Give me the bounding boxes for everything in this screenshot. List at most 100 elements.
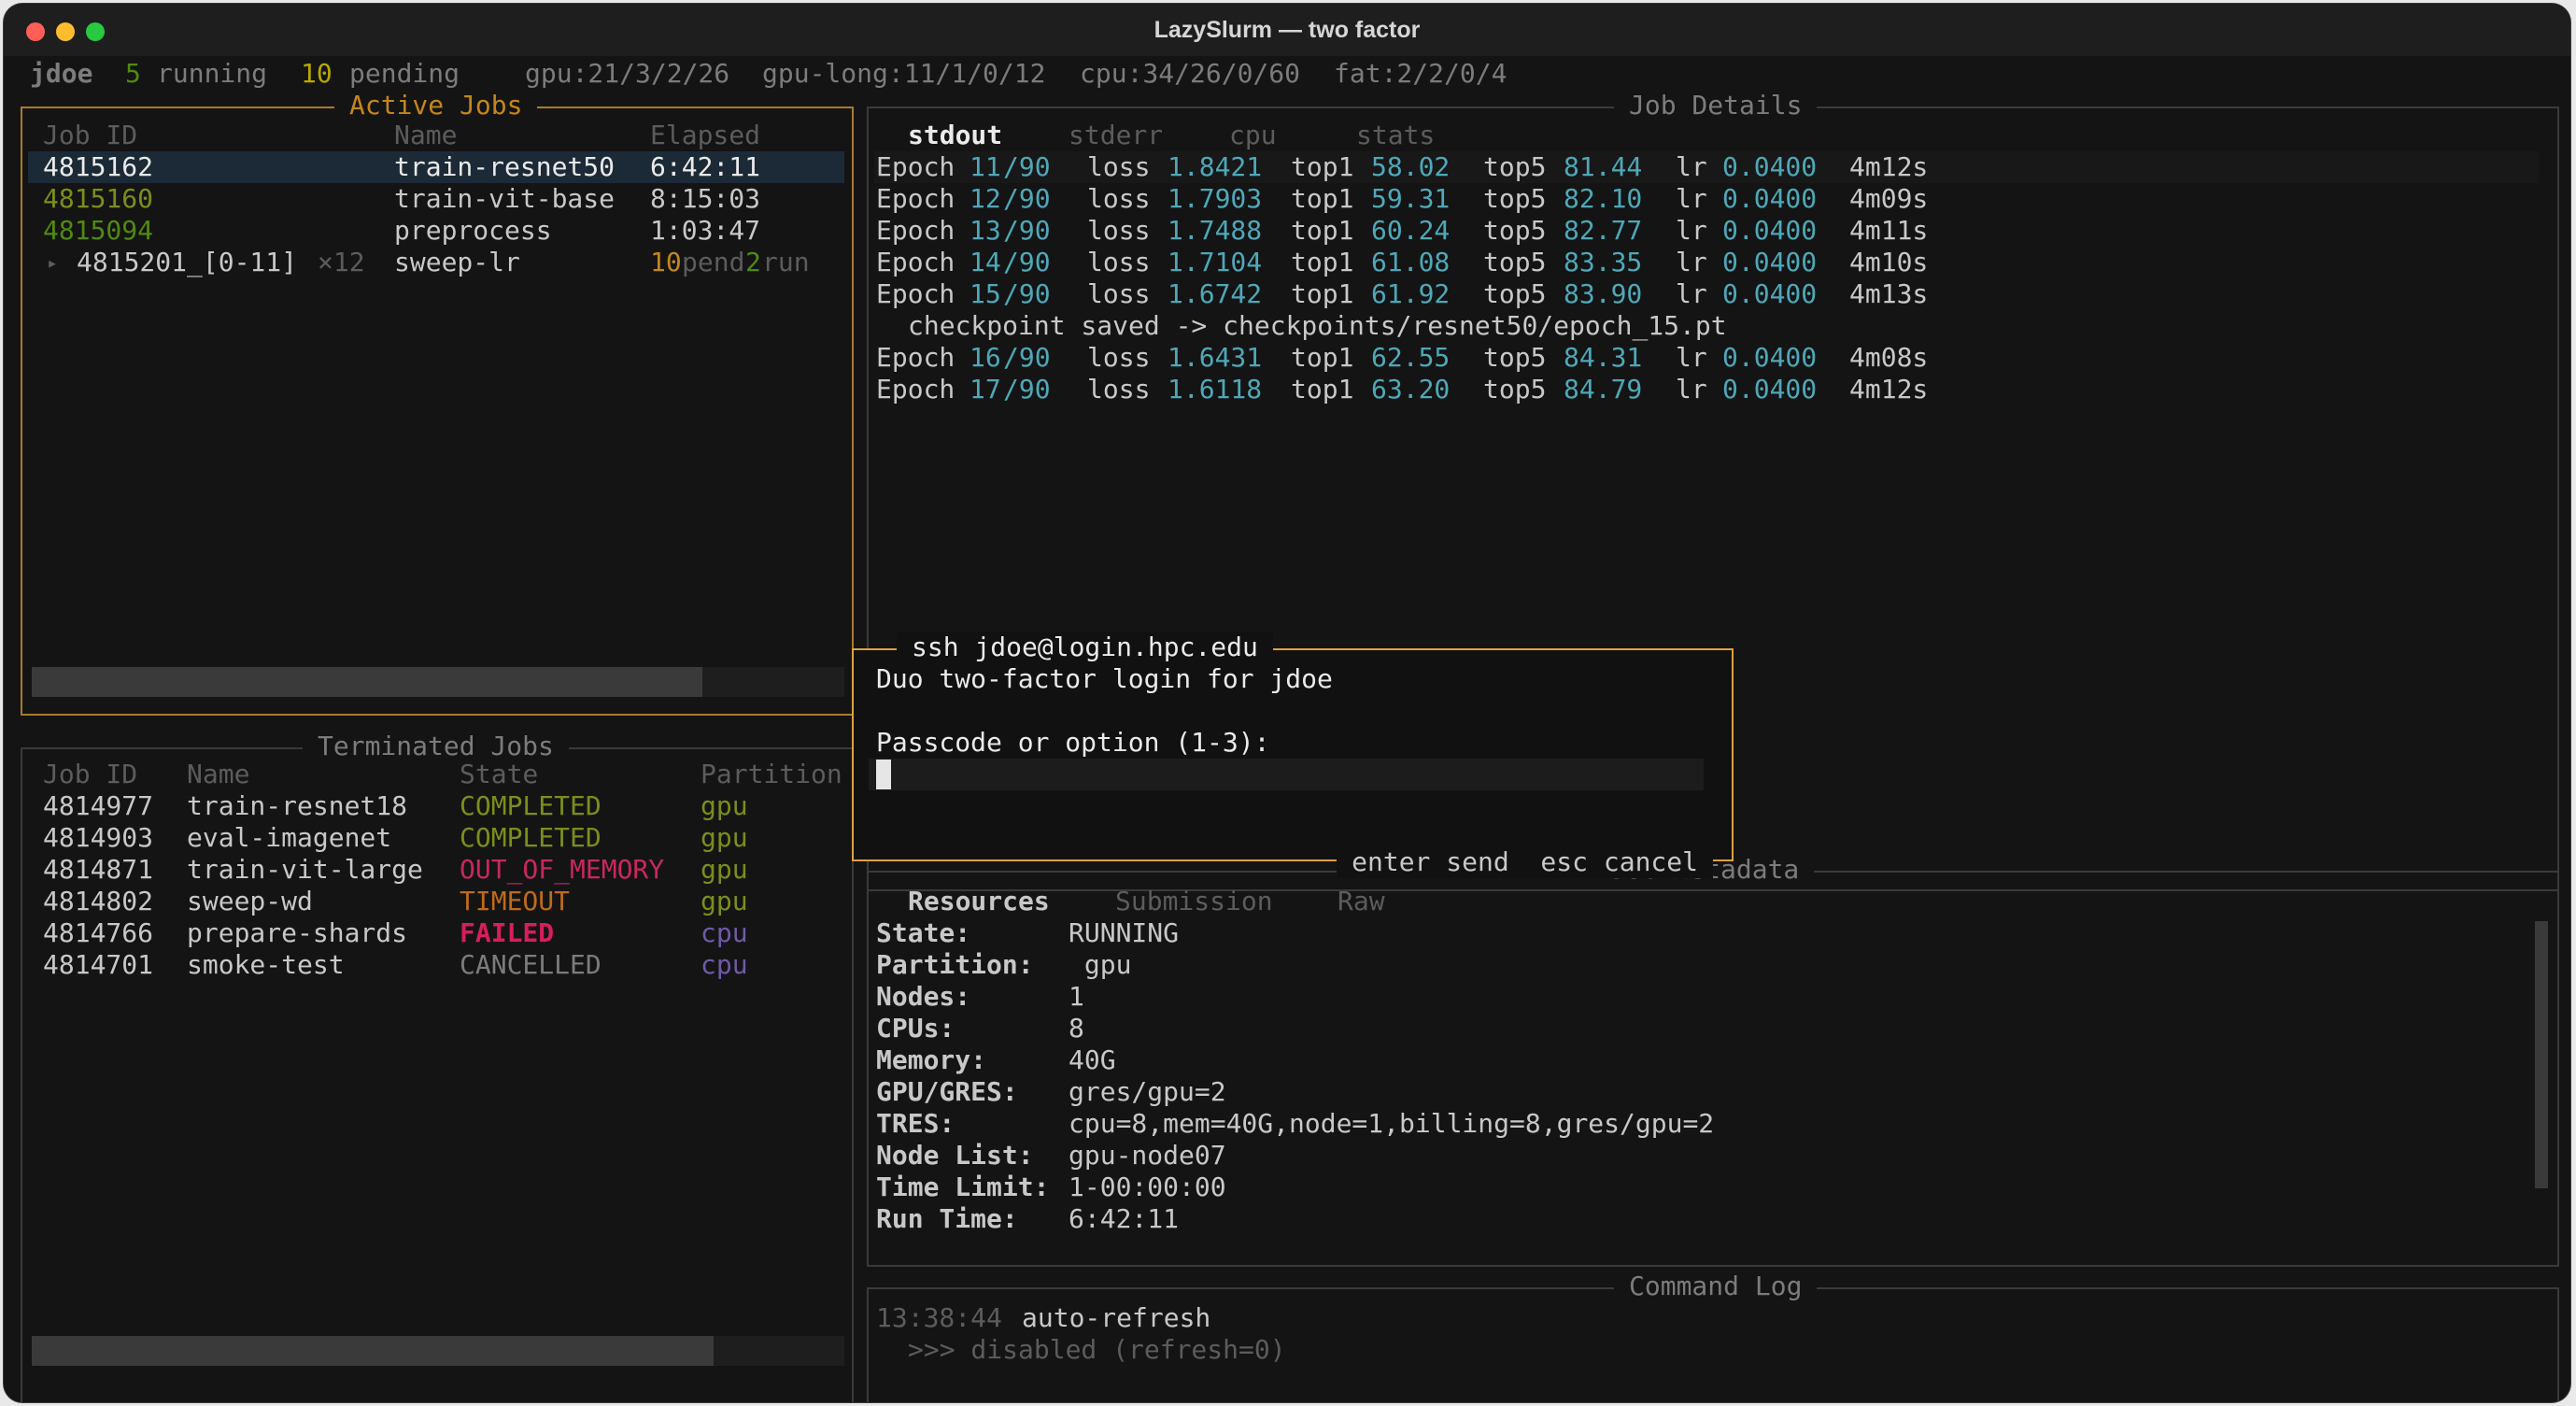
lr-value: 0.0400 [1722,342,1818,373]
loss-label: loss [1087,183,1151,214]
lr-label: lr [1676,278,1707,309]
lr-value: 0.0400 [1722,247,1818,277]
term-job-partition: cpu [701,949,748,980]
status-user: jdoe [30,58,93,89]
metadata-key: Nodes: [876,981,971,1012]
array-pend-count: 10 [650,247,682,277]
metadata-value: 1-00:00:00 [1069,1172,1226,1202]
active-job-elapsed: 1:03:47 [650,215,761,246]
tab-stdout[interactable]: stdout [908,120,1002,151]
top5-label: top5 [1483,215,1547,246]
tab-stderr[interactable]: stderr [1069,120,1163,151]
status-pending-count: 10 [301,58,333,89]
metadata-key: Memory: [876,1044,987,1075]
metadata-value: 40G [1069,1044,1116,1075]
text-cursor [876,760,891,789]
tab-resources[interactable]: Resources [908,886,1050,917]
metadata-key: Time Limit: [876,1172,1050,1202]
metadata-value: RUNNING [1069,917,1180,948]
epoch-total: /90 [1003,342,1051,373]
term-job-partition: gpu [701,886,748,916]
lr-label: lr [1676,374,1707,405]
epoch-total: /90 [1003,215,1051,246]
metadata-key: Partition: [876,949,1034,980]
metadata-value: cpu=8,mem=40G,node=1,billing=8,gres/gpu=… [1069,1108,1715,1139]
array-job-count: ×12 [318,247,365,277]
epoch-number: 14 [970,247,1001,277]
active-job-id: 4815160 [43,183,154,214]
epoch-label: Epoch [876,278,955,309]
metadata-scrollbar-thumb[interactable] [2535,921,2548,1188]
log-message: auto-refresh [1022,1302,1211,1333]
epoch-time: 4m10s [1849,247,1929,277]
term-job-state: COMPLETED [460,790,602,821]
tab-raw[interactable]: Raw [1338,886,1385,917]
metadata-value: 1 [1069,981,1084,1012]
active-job-elapsed: 8:15:03 [650,183,761,214]
metadata-value: 8 [1069,1013,1084,1044]
loss-value: 1.6118 [1168,374,1263,405]
active-job-elapsed: 6:42:11 [650,151,761,182]
job-details-title: Job Details [1614,90,1818,121]
lr-value: 0.0400 [1722,151,1818,182]
lr-label: lr [1676,215,1707,246]
top5-label: top5 [1483,374,1547,405]
top1-label: top1 [1291,215,1354,246]
metadata-key: GPU/GRES: [876,1076,1018,1107]
passcode-input[interactable] [869,759,1704,790]
epoch-label: Epoch [876,374,955,405]
modal-hint-esc: esc cancel [1540,846,1698,877]
epoch-time: 4m12s [1849,151,1929,182]
epoch-label: Epoch [876,183,955,214]
top5-value: 83.90 [1564,278,1643,309]
loss-label: loss [1087,374,1151,405]
epoch-number: 12 [970,183,1001,214]
active-job-name: train-resnet50 [394,151,616,182]
loss-label: loss [1087,215,1151,246]
epoch-label: Epoch [876,151,955,182]
metadata-key: Node List: [876,1140,1034,1171]
tab-submission[interactable]: Submission [1115,886,1273,917]
command-log-title: Command Log [1614,1271,1818,1302]
epoch-time: 4m13s [1849,278,1929,309]
tab-cpu[interactable]: cpu [1229,120,1277,151]
term-job-partition: gpu [701,822,748,853]
top1-value: 61.92 [1371,278,1451,309]
loss-label: loss [1087,151,1151,182]
metadata-key: Run Time: [876,1203,1018,1234]
modal-title: ssh jdoe@login.hpc.edu [897,632,1273,663]
epoch-total: /90 [1003,278,1051,309]
epoch-total: /90 [1003,247,1051,277]
modal-prompt: Passcode or option (1-3): [876,727,1270,758]
metadata-value: gpu [1069,949,1132,980]
status-pending-label: pending [349,58,460,89]
terminated-jobs-scrollbar-thumb[interactable] [32,1336,714,1366]
active-jobs-title: Active Jobs [334,90,538,121]
active-col-jobid: Job ID [43,120,138,150]
expand-arrow-icon[interactable]: ▸ [47,247,58,278]
modal-line: Duo two-factor login for jdoe [876,663,1333,694]
array-pend-label: pend [682,247,745,277]
term-job-state: CANCELLED [460,949,602,980]
active-job-name: preprocess [394,215,552,246]
loss-value: 1.7488 [1168,215,1263,246]
lr-label: lr [1676,342,1707,373]
top5-value: 84.31 [1564,342,1643,373]
top1-label: top1 [1291,374,1354,405]
array-run-label: run [762,247,810,277]
term-job-partition: cpu [701,917,748,948]
epoch-number: 15 [970,278,1001,309]
term-job-name: prepare-shards [187,917,408,948]
active-jobs-scrollbar-thumb[interactable] [32,667,702,697]
metadata-key: CPUs: [876,1013,955,1044]
metadata-key: State: [876,917,971,948]
epoch-time: 4m11s [1849,215,1929,246]
epoch-number: 11 [970,151,1001,182]
top1-value: 60.24 [1371,215,1451,246]
term-col-partition: Partition [701,759,842,789]
lr-value: 0.0400 [1722,374,1818,405]
tab-stats[interactable]: stats [1356,120,1435,151]
top1-label: top1 [1291,342,1354,373]
loss-label: loss [1087,278,1151,309]
term-job-partition: gpu [701,854,748,885]
